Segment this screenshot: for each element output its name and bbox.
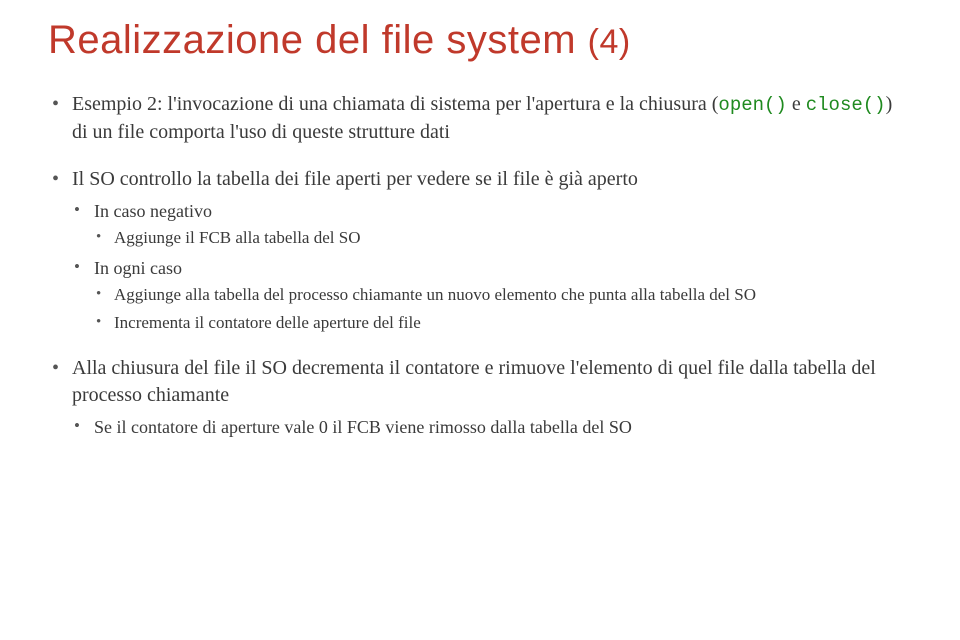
text-fragment: Alla chiusura del file il SO decrementa … (72, 357, 876, 406)
text-fragment: Incrementa il contatore delle aperture d… (114, 313, 421, 332)
text-fragment: e (787, 93, 806, 115)
text-fragment: Esempio 2: l'invocazione di una chiamata… (72, 93, 718, 115)
text-fragment: In caso negativo (94, 201, 212, 221)
list-item: Incrementa il contatore delle aperture d… (94, 312, 912, 335)
list-item: Alla chiusura del file il SO decrementa … (48, 355, 912, 439)
text-fragment: Se il contatore di aperture vale 0 il FC… (94, 417, 632, 437)
list-item: In ogni caso Aggiunge alla tabella del p… (72, 256, 912, 335)
code-open: open() (718, 94, 786, 116)
text-fragment: Aggiunge il FCB alla tabella del SO (114, 228, 360, 247)
title-suffix: (4) (588, 23, 631, 61)
list-item: Aggiunge il FCB alla tabella del SO (94, 227, 912, 250)
code-close: close() (806, 94, 886, 116)
list-item: Il SO controllo la tabella dei file aper… (48, 166, 912, 335)
text-fragment: Aggiunge alla tabella del processo chiam… (114, 285, 756, 304)
bullet-list: Esempio 2: l'invocazione di una chiamata… (48, 91, 912, 439)
list-item: In caso negativo Aggiunge il FCB alla ta… (72, 199, 912, 250)
text-fragment: In ogni caso (94, 258, 182, 278)
list-item: Se il contatore di aperture vale 0 il FC… (72, 415, 912, 439)
text-fragment: Il SO controllo la tabella dei file aper… (72, 168, 638, 190)
title-main: Realizzazione del file system (48, 18, 588, 62)
slide-title: Realizzazione del file system (4) (48, 18, 912, 63)
list-item: Aggiunge alla tabella del processo chiam… (94, 284, 912, 307)
list-item: Esempio 2: l'invocazione di una chiamata… (48, 91, 912, 146)
